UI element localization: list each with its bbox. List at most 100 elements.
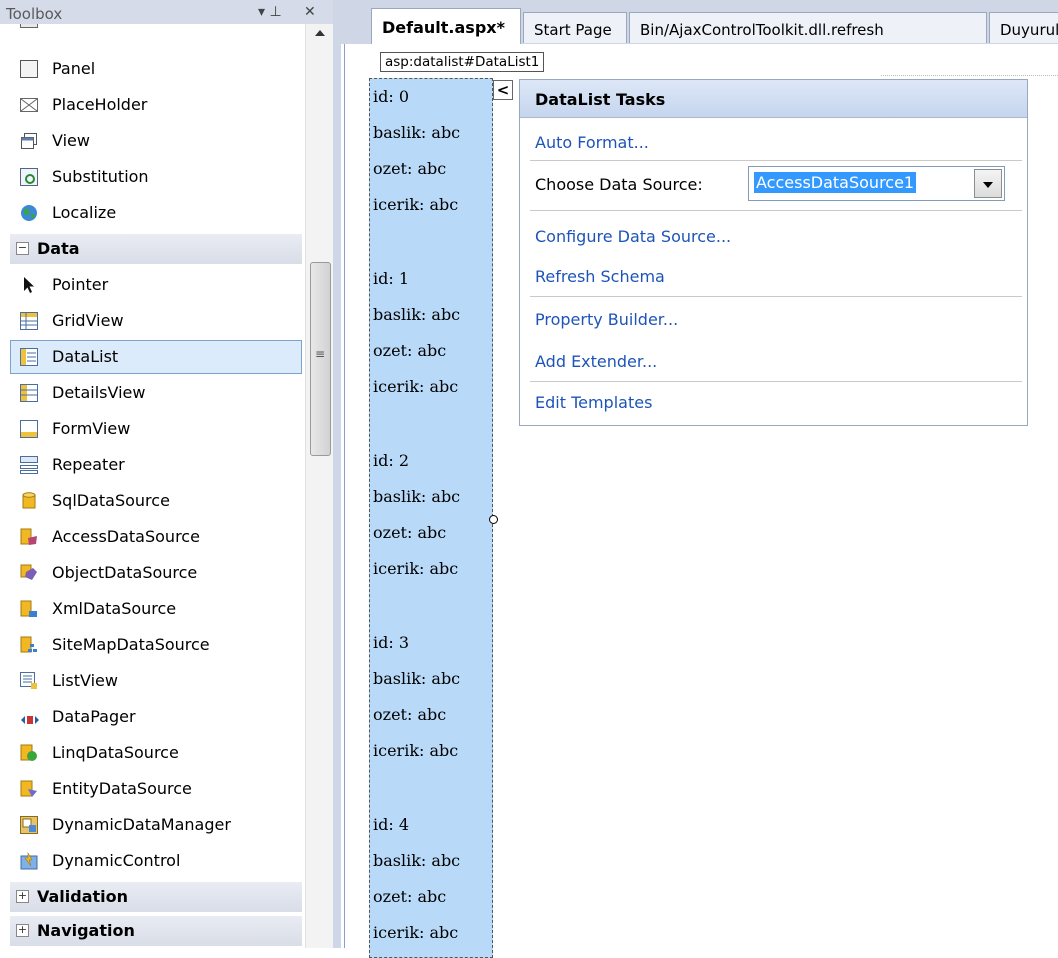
datalist-item: id: 2 baslik: abc ozet: abc icerik: abc bbox=[373, 443, 491, 587]
toolbox-item-datapager[interactable]: DataPager bbox=[10, 700, 302, 734]
toolbox-item-localize[interactable]: Localize bbox=[10, 196, 302, 230]
item-id: id: 1 bbox=[373, 269, 410, 288]
toolbox-item-accessdatasource[interactable]: AccessDataSource bbox=[10, 520, 302, 554]
toolbox-item-pointer[interactable]: Pointer bbox=[10, 268, 302, 302]
gridview-icon bbox=[20, 312, 38, 330]
data-source-dropdown[interactable]: AccessDataSource1 bbox=[748, 166, 1005, 201]
toolbox-item-sqldatasource[interactable]: SqlDataSource bbox=[10, 484, 302, 518]
pin-icon[interactable]: ▾ ⊥ bbox=[258, 4, 282, 20]
toolbox-item-panel[interactable]: Panel bbox=[10, 52, 302, 86]
grip-icon: ≡ bbox=[315, 347, 326, 361]
refresh-schema-link[interactable]: Refresh Schema bbox=[535, 267, 665, 286]
item-icerik: icerik: abc bbox=[373, 559, 459, 578]
datalist-item: id: 1 baslik: abc ozet: abc icerik: abc bbox=[373, 261, 491, 405]
tab-default-aspx[interactable]: Default.aspx* bbox=[371, 8, 521, 44]
toolbox-item-label: XmlDataSource bbox=[52, 599, 177, 618]
toolbox-item-label: View bbox=[52, 131, 90, 150]
toolbox-item-objectdatasource[interactable]: ObjectDataSource bbox=[10, 556, 302, 590]
toolbox-item-label: DataList bbox=[52, 347, 119, 366]
separator bbox=[530, 381, 1022, 382]
category-navigation[interactable]: + Navigation bbox=[10, 916, 302, 946]
expand-icon[interactable]: + bbox=[16, 890, 29, 903]
item-id: id: 2 bbox=[373, 451, 410, 470]
toolbox-item-dynamicdatamanager[interactable]: DynamicDataManager bbox=[10, 808, 302, 842]
datalist-item: id: 3 baslik: abc ozet: abc icerik: abc bbox=[373, 625, 491, 769]
tasks-header: DataList Tasks bbox=[520, 80, 1027, 118]
scroll-up-arrow-icon[interactable] bbox=[315, 30, 325, 36]
detailsview-icon bbox=[20, 384, 38, 402]
tab-duyurular[interactable]: Duyurular bbox=[989, 12, 1058, 43]
linq-datasource-icon bbox=[20, 744, 38, 762]
toolbox-scrollbar[interactable]: ≡ bbox=[305, 24, 333, 948]
category-data[interactable]: − Data bbox=[10, 234, 302, 264]
expand-icon[interactable]: + bbox=[16, 924, 29, 937]
item-ozet: ozet: abc bbox=[373, 523, 447, 542]
toolbox-item-label: DynamicControl bbox=[52, 851, 181, 870]
toolbox-item-label: FormView bbox=[52, 419, 131, 438]
toolbox-panel: Toolbox ▾ ⊥ ✕ Panel PlaceHolder View Sub… bbox=[0, 0, 333, 948]
access-datasource-icon bbox=[20, 528, 38, 546]
design-surface[interactable]: asp:datalist#DataList1 id: 0 baslik: abc… bbox=[341, 44, 1058, 958]
placeholder-icon bbox=[20, 96, 38, 114]
auto-format-link[interactable]: Auto Format... bbox=[535, 133, 649, 152]
datalist-control[interactable]: id: 0 baslik: abc ozet: abc icerik: abc … bbox=[369, 78, 493, 958]
item-icerik: icerik: abc bbox=[373, 741, 459, 760]
toolbox-item-datalist[interactable]: DataList bbox=[10, 340, 302, 374]
scrollbar-thumb[interactable]: ≡ bbox=[310, 262, 331, 456]
object-datasource-icon bbox=[20, 564, 38, 582]
toolbox-item-listview[interactable]: ListView bbox=[10, 664, 302, 698]
resize-handle[interactable] bbox=[489, 515, 498, 524]
smart-tag-collapse-icon[interactable]: < bbox=[493, 80, 513, 100]
toolbox-item-cut[interactable] bbox=[10, 24, 302, 36]
toolbox-item-label: SqlDataSource bbox=[52, 491, 170, 510]
toolbox-item-label: Panel bbox=[52, 59, 96, 78]
toolbox-item-gridview[interactable]: GridView bbox=[10, 304, 302, 338]
toolbox-item-label: PlaceHolder bbox=[52, 95, 148, 114]
datalist-item: id: 0 baslik: abc ozet: abc icerik: abc bbox=[373, 79, 491, 223]
separator bbox=[530, 160, 1022, 161]
close-icon[interactable]: ✕ bbox=[304, 4, 316, 20]
toolbox-item-label: LinqDataSource bbox=[52, 743, 179, 762]
toolbox-item-sitemapdatasource[interactable]: SiteMapDataSource bbox=[10, 628, 302, 662]
edit-templates-link[interactable]: Edit Templates bbox=[535, 393, 652, 412]
listview-icon bbox=[20, 672, 38, 690]
item-icerik: icerik: abc bbox=[373, 377, 459, 396]
item-id: id: 4 bbox=[373, 815, 410, 834]
property-builder-link[interactable]: Property Builder... bbox=[535, 310, 678, 329]
toolbox-item-formview[interactable]: FormView bbox=[10, 412, 302, 446]
item-baslik: baslik: abc bbox=[373, 851, 461, 870]
database-icon bbox=[20, 492, 38, 510]
item-baslik: baslik: abc bbox=[373, 487, 461, 506]
toolbox-item-dynamiccontrol[interactable]: DynamicControl bbox=[10, 844, 302, 878]
toolbox-item-linqdatasource[interactable]: LinqDataSource bbox=[10, 736, 302, 770]
category-label: Navigation bbox=[37, 921, 135, 940]
collapse-icon[interactable]: − bbox=[16, 242, 29, 255]
toolbox-list: Panel PlaceHolder View Substitution Loca… bbox=[0, 24, 305, 948]
toolbox-item-label: Repeater bbox=[52, 455, 125, 474]
configure-data-source-link[interactable]: Configure Data Source... bbox=[535, 227, 731, 246]
toolbox-item-substitution[interactable]: Substitution bbox=[10, 160, 302, 194]
panel-splitter[interactable] bbox=[333, 0, 341, 948]
add-extender-link[interactable]: Add Extender... bbox=[535, 352, 657, 371]
choose-data-source-label: Choose Data Source: bbox=[535, 175, 703, 194]
toolbox-item-label: Localize bbox=[52, 203, 117, 222]
toolbox-item-entitydatasource[interactable]: EntityDataSource bbox=[10, 772, 302, 806]
control-tag-label[interactable]: asp:datalist#DataList1 bbox=[380, 52, 545, 72]
category-validation[interactable]: + Validation bbox=[10, 882, 302, 912]
tab-ajaxcontroltoolkit-refresh[interactable]: Bin/AjaxControlToolkit.dll.refresh bbox=[629, 12, 987, 43]
item-baslik: baslik: abc bbox=[373, 305, 461, 324]
toolbox-item-repeater[interactable]: Repeater bbox=[10, 448, 302, 482]
tab-start-page[interactable]: Start Page bbox=[523, 12, 627, 43]
item-baslik: baslik: abc bbox=[373, 123, 461, 142]
toolbox-item-xmldatasource[interactable]: XmlDataSource bbox=[10, 592, 302, 626]
datapager-icon bbox=[20, 711, 39, 729]
toolbox-item-view[interactable]: View bbox=[10, 124, 302, 158]
toolbox-item-label: DataPager bbox=[52, 707, 136, 726]
datalist-icon bbox=[20, 348, 38, 366]
toolbox-item-detailsview[interactable]: DetailsView bbox=[10, 376, 302, 410]
view-icon bbox=[20, 132, 38, 150]
item-icerik: icerik: abc bbox=[373, 195, 459, 214]
dropdown-arrow-button[interactable] bbox=[974, 169, 1002, 198]
xml-datasource-icon bbox=[20, 600, 38, 618]
toolbox-item-placeholder[interactable]: PlaceHolder bbox=[10, 88, 302, 122]
